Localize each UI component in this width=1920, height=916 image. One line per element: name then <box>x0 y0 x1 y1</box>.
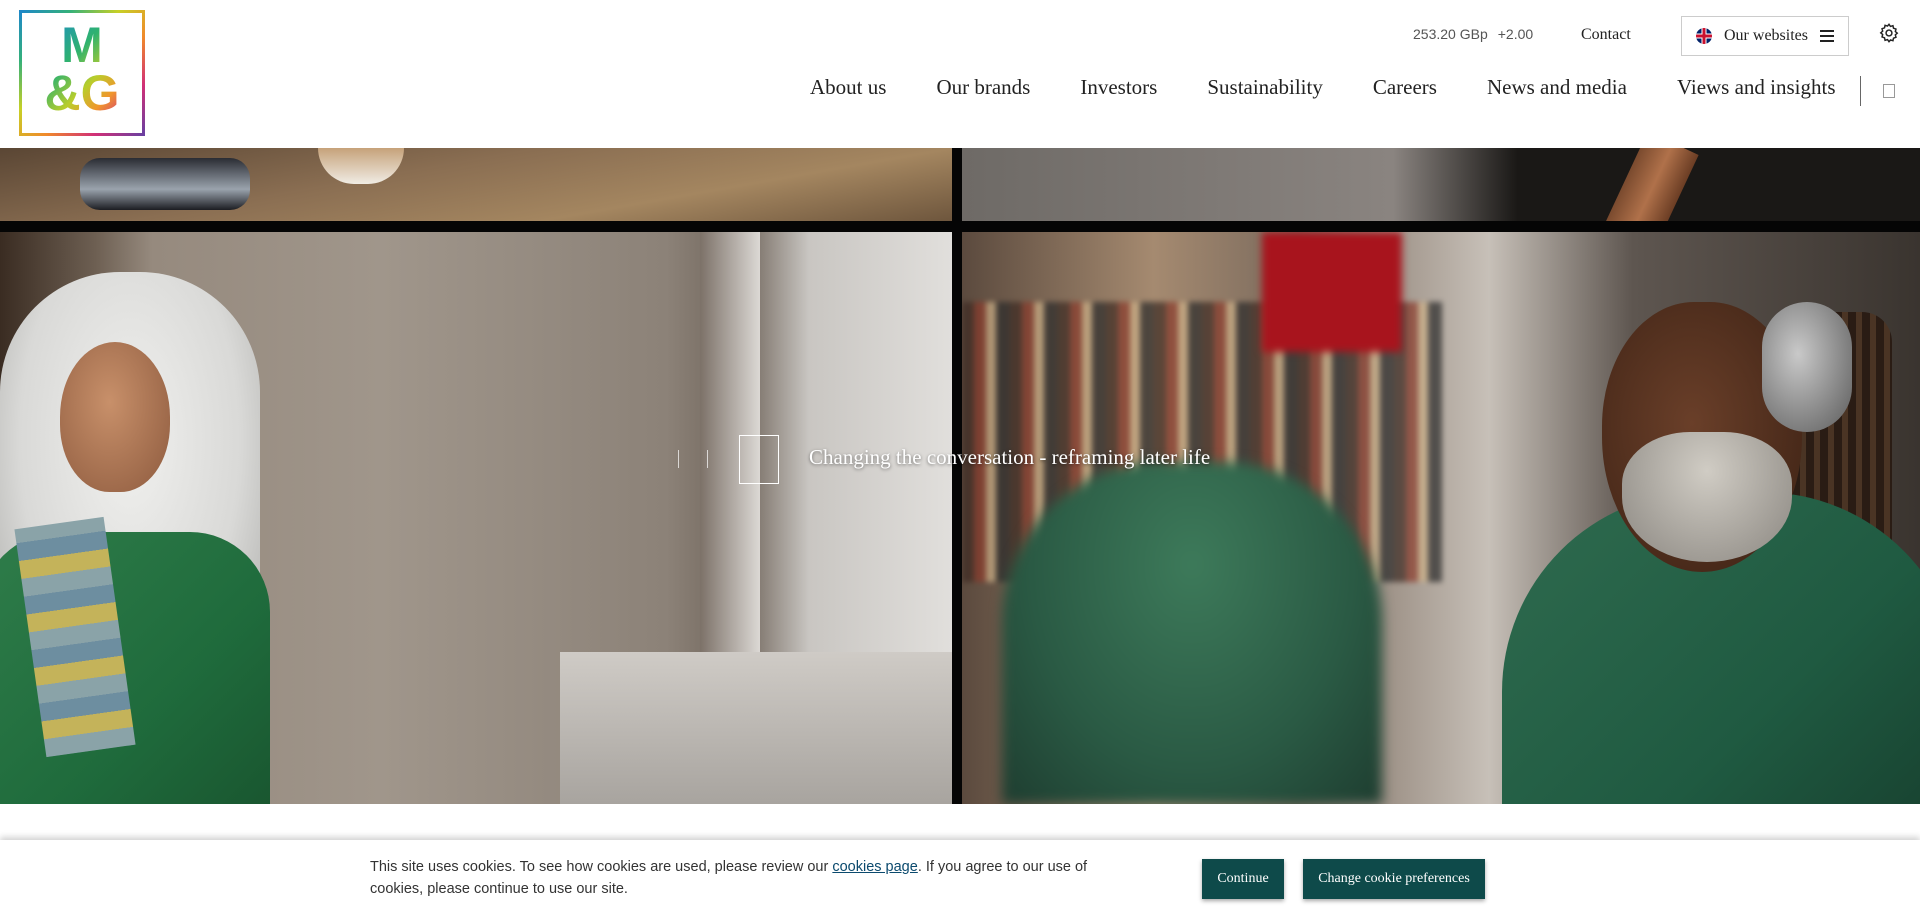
share-price-value: 253.20 GBp <box>1413 26 1488 42</box>
mg-logo[interactable]: M &G <box>19 10 145 136</box>
nav-careers[interactable]: Careers <box>1373 75 1437 100</box>
hero-image-woman <box>0 232 952 804</box>
nav-about-us[interactable]: About us <box>810 75 886 100</box>
play-icon[interactable] <box>739 435 779 484</box>
nav-our-brands[interactable]: Our brands <box>936 75 1030 100</box>
gear-icon[interactable] <box>1878 22 1900 44</box>
cookie-banner: This site uses cookies. To see how cooki… <box>0 840 1920 916</box>
nav-news-and-media[interactable]: News and media <box>1487 75 1627 100</box>
nav-divider <box>1860 76 1861 106</box>
hamburger-menu-icon <box>1819 30 1834 42</box>
hero-image-top-right <box>962 148 1920 221</box>
bag-strap-image <box>1601 148 1699 221</box>
hero-image-top-left <box>0 148 952 221</box>
main-nav: About us Our brands Investors Sustainabi… <box>810 75 1836 100</box>
cookie-text-before: This site uses cookies. To see how cooki… <box>370 859 833 875</box>
our-websites-button[interactable]: Our websites <box>1681 16 1849 56</box>
cookie-message: This site uses cookies. To see how cooki… <box>370 856 1130 900</box>
carousel-prev-tick[interactable] <box>678 450 679 468</box>
nav-sustainability[interactable]: Sustainability <box>1207 75 1323 100</box>
man-beard <box>1622 432 1792 562</box>
logo-line-2: &G <box>44 65 120 121</box>
hero-divider-horizontal <box>0 221 1920 232</box>
woman-face <box>60 342 170 492</box>
search-icon[interactable] <box>1883 84 1895 98</box>
logo-wordmark: M &G <box>22 21 142 117</box>
share-price-change: +2.00 <box>1497 26 1534 42</box>
headphones <box>1762 302 1852 432</box>
background-person <box>1002 462 1382 804</box>
share-price: 253.20 GBp +2.00 <box>1413 26 1543 42</box>
coffee-cup-image <box>318 148 404 184</box>
logo-line-1: M <box>61 17 103 73</box>
floor <box>560 652 952 804</box>
hero-carousel: Changing the conversation - reframing la… <box>0 148 1920 804</box>
carousel-next-tick[interactable] <box>707 450 708 468</box>
red-banner <box>1262 232 1402 352</box>
continue-button[interactable]: Continue <box>1202 859 1284 899</box>
change-cookie-preferences-button[interactable]: Change cookie preferences <box>1303 859 1485 899</box>
our-websites-label: Our websites <box>1724 27 1808 44</box>
nav-investors[interactable]: Investors <box>1080 75 1157 100</box>
hero-image-man <box>962 232 1920 804</box>
hero-caption[interactable]: Changing the conversation - reframing la… <box>809 445 1210 470</box>
binoculars-image <box>80 158 250 210</box>
site-header: M &G 253.20 GBp +2.00 Contact Our website… <box>0 0 1920 148</box>
cookies-page-link[interactable]: cookies page <box>832 859 917 875</box>
contact-link[interactable]: Contact <box>1581 26 1631 44</box>
nav-views-and-insights[interactable]: Views and insights <box>1677 75 1836 100</box>
hero-divider-vertical <box>952 148 962 804</box>
uk-flag-icon <box>1696 28 1712 44</box>
